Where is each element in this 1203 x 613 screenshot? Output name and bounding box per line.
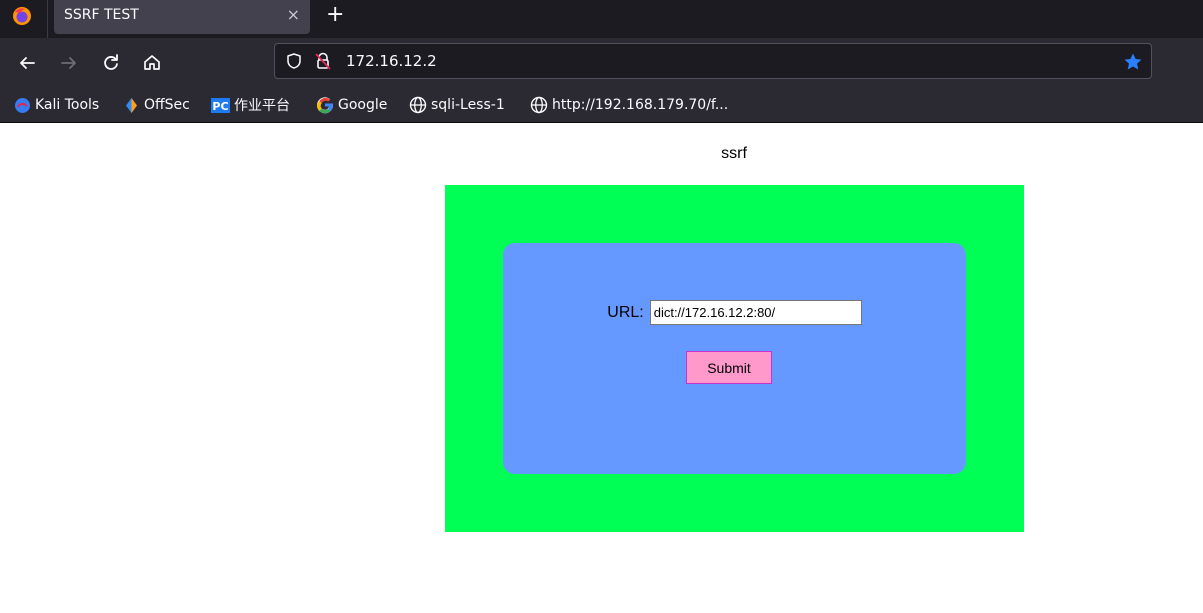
bookmark-label: Kali Tools: [35, 97, 100, 113]
new-tab-plus-icon[interactable]: +: [326, 2, 344, 27]
reload-icon[interactable]: [99, 51, 123, 75]
bookmark-homework-platform[interactable]: PC 作业平台: [211, 95, 290, 115]
bookmark-label: sqli-Less-1: [431, 97, 505, 113]
tab-separator: [47, 0, 48, 38]
bookmark-offsec[interactable]: OffSec: [123, 95, 190, 115]
globe-icon: [530, 96, 548, 114]
form-panel: URL: Submit: [503, 243, 966, 474]
globe-icon: [409, 96, 427, 114]
bookmark-label: 作业平台: [234, 98, 290, 114]
svg-text:PC: PC: [212, 100, 228, 113]
bookmark-http-192-168-179-70[interactable]: http://192.168.179.70/f...: [530, 95, 728, 115]
firefox-icon[interactable]: [11, 5, 33, 27]
bookmarks-toolbar: Kali Tools OffSec PC 作业平台 Google sqli-Le…: [0, 87, 1203, 123]
bookmark-label: OffSec: [144, 97, 190, 113]
url-label: URL:: [607, 303, 644, 321]
insecure-lock-icon[interactable]: [313, 51, 333, 71]
home-icon[interactable]: [140, 51, 164, 75]
google-icon: [316, 97, 334, 114]
tab-title: SSRF TEST: [64, 7, 139, 23]
url-input[interactable]: [649, 300, 862, 325]
tab-ssrf-test[interactable]: SSRF TEST ×: [54, 0, 310, 34]
kali-icon: [15, 97, 30, 113]
offsec-icon: [126, 97, 137, 113]
outer-green-container: URL: Submit: [445, 185, 1024, 532]
pycharm-icon: PC: [211, 97, 230, 113]
shield-icon[interactable]: [285, 52, 303, 70]
bookmark-star-icon[interactable]: [1123, 52, 1143, 72]
tab-bar: SSRF TEST × +: [0, 0, 1203, 38]
url-row: URL:: [503, 300, 966, 325]
submit-button[interactable]: Submit: [686, 351, 772, 384]
back-arrow-icon[interactable]: [15, 51, 39, 75]
forward-arrow-icon[interactable]: [57, 51, 81, 75]
bookmark-sqli-less-1[interactable]: sqli-Less-1: [409, 95, 505, 115]
page-heading: ssrf: [721, 145, 747, 162]
bookmark-kali-tools[interactable]: Kali Tools: [14, 95, 99, 115]
bookmark-label: Google: [338, 97, 388, 113]
close-icon[interactable]: ×: [287, 5, 300, 24]
url-bar[interactable]: 172.16.12.2: [274, 43, 1152, 79]
url-text: 172.16.12.2: [346, 52, 437, 70]
bookmark-google[interactable]: Google: [316, 95, 387, 115]
bookmark-label: http://192.168.179.70/f...: [552, 97, 729, 113]
